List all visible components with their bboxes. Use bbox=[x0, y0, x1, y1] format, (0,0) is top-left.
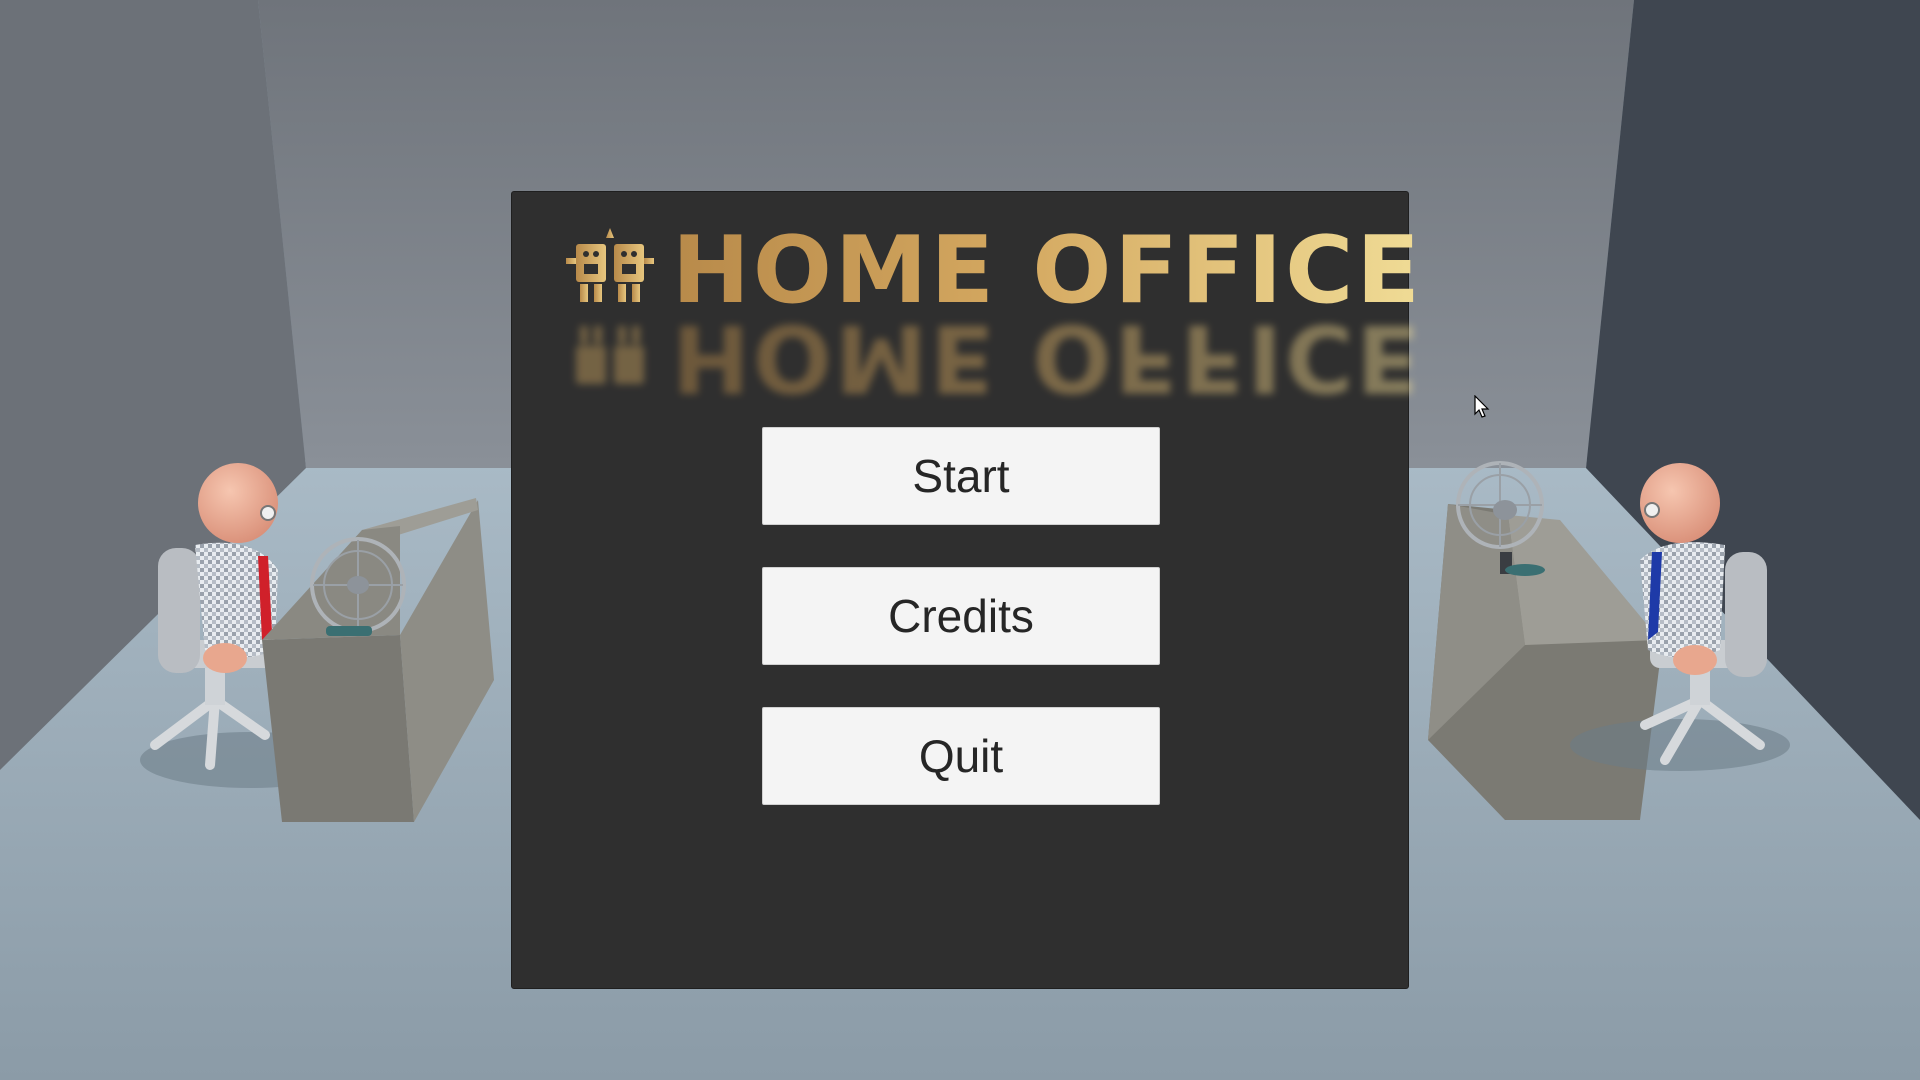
start-button-label: Start bbox=[912, 450, 1010, 502]
start-button[interactable]: Start bbox=[762, 427, 1160, 525]
game-title-reflection-text: HOME OFFICE bbox=[672, 304, 1423, 412]
credits-button-label: Credits bbox=[888, 590, 1034, 642]
two-robots-emblem-icon bbox=[566, 228, 654, 302]
quit-button[interactable]: Quit bbox=[762, 707, 1160, 805]
mouse-pointer-icon bbox=[1474, 395, 1490, 418]
credits-button[interactable]: Credits bbox=[762, 567, 1160, 665]
two-robots-emblem-reflection-icon bbox=[576, 326, 644, 384]
game-title-reflection: HOME OFFICE bbox=[562, 304, 1423, 412]
main-menu-panel: HOME OFFICE HOME OFFICE Start Credits Qu… bbox=[511, 191, 1423, 989]
quit-button-label: Quit bbox=[918, 730, 1004, 782]
